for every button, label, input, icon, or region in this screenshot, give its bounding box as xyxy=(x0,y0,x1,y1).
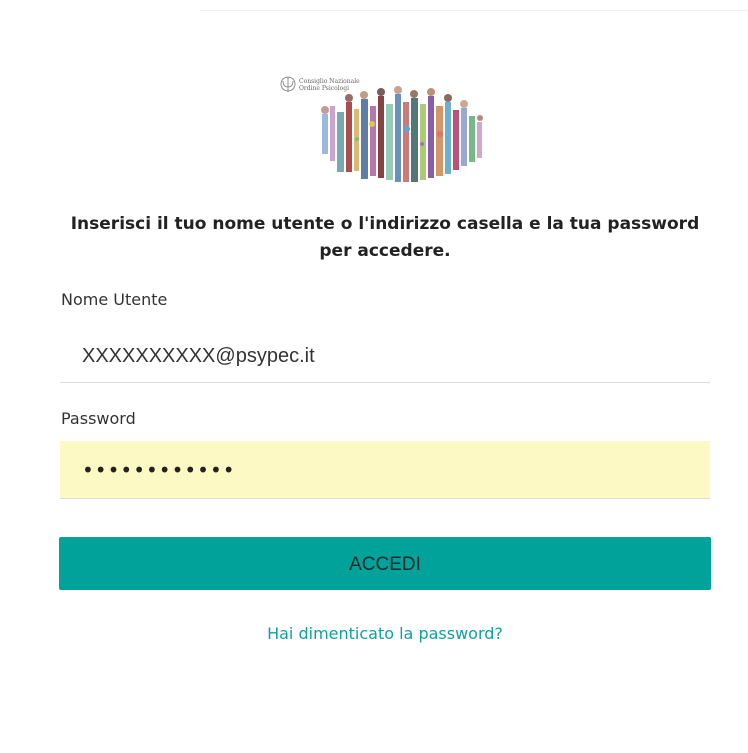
username-label: Nome Utente xyxy=(61,290,168,309)
forgot-password-link[interactable]: Hai dimenticato la password? xyxy=(60,624,710,643)
password-label: Password xyxy=(61,409,136,428)
psi-logo-icon xyxy=(280,76,296,92)
login-panel: Consiglio Nazionale Ordine Psicologi Ins… xyxy=(0,0,748,753)
top-divider xyxy=(200,10,748,11)
crowd-illustration xyxy=(321,86,483,182)
login-button[interactable]: ACCEDI xyxy=(59,537,711,590)
username-input[interactable] xyxy=(60,330,710,383)
cnop-logo: Consiglio Nazionale Ordine Psicologi xyxy=(278,74,498,190)
login-instructions: Inserisci il tuo nome utente o l'indiriz… xyxy=(70,214,700,261)
password-masked-value: •••••••••••• xyxy=(82,458,236,482)
